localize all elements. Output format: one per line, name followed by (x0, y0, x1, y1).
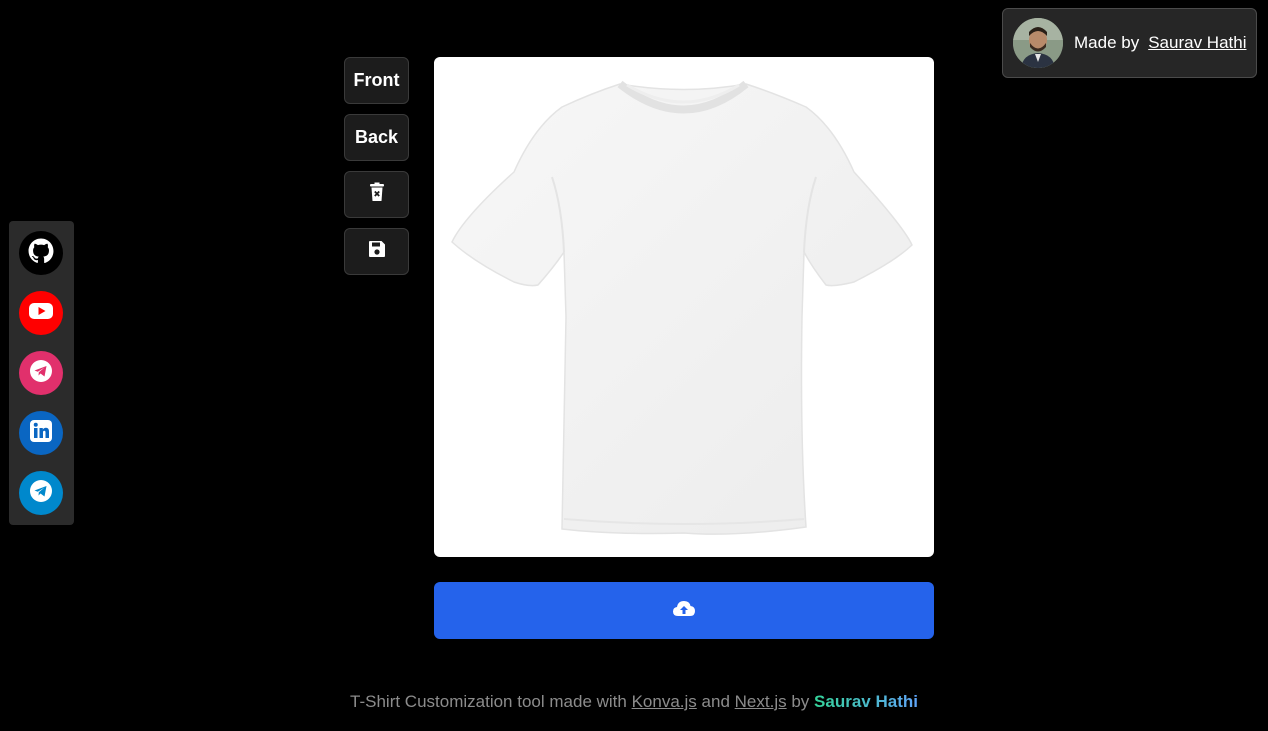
youtube-button[interactable] (19, 291, 63, 335)
youtube-icon (28, 301, 54, 326)
back-button[interactable]: Back (344, 114, 409, 161)
footer-and: and (701, 692, 730, 711)
upload-button[interactable] (434, 582, 934, 639)
github-icon (28, 238, 54, 269)
footer: T-Shirt Customization tool made with Kon… (0, 692, 1268, 712)
trash-icon (369, 182, 385, 207)
author-link[interactable]: Saurav Hathi (1148, 33, 1246, 53)
tshirt-canvas[interactable] (434, 57, 934, 557)
linkedin-button[interactable] (19, 411, 63, 455)
made-by-badge: Made by Saurav Hathi (1002, 8, 1257, 78)
made-by-label: Made by (1074, 33, 1140, 52)
cloud-upload-icon (672, 599, 696, 622)
tshirt-image (451, 80, 913, 535)
telegram-button-pink[interactable] (19, 351, 63, 395)
save-button[interactable] (344, 228, 409, 275)
linkedin-icon (28, 418, 54, 449)
konva-link[interactable]: Konva.js (632, 692, 697, 711)
social-sidebar (9, 221, 74, 525)
footer-author: Saurav Hathi (814, 692, 918, 711)
front-button[interactable]: Front (344, 57, 409, 104)
save-icon (368, 240, 386, 263)
telegram-icon (28, 478, 54, 509)
nextjs-link[interactable]: Next.js (735, 692, 787, 711)
page: Made by Saurav Hathi Front Back T-Shirt … (0, 0, 1268, 731)
telegram-icon (28, 358, 54, 389)
footer-prefix: T-Shirt Customization tool made with (350, 692, 627, 711)
delete-button[interactable] (344, 171, 409, 218)
github-button[interactable] (19, 231, 63, 275)
footer-by: by (791, 692, 810, 711)
avatar (1013, 18, 1063, 68)
telegram-button-blue[interactable] (19, 471, 63, 515)
